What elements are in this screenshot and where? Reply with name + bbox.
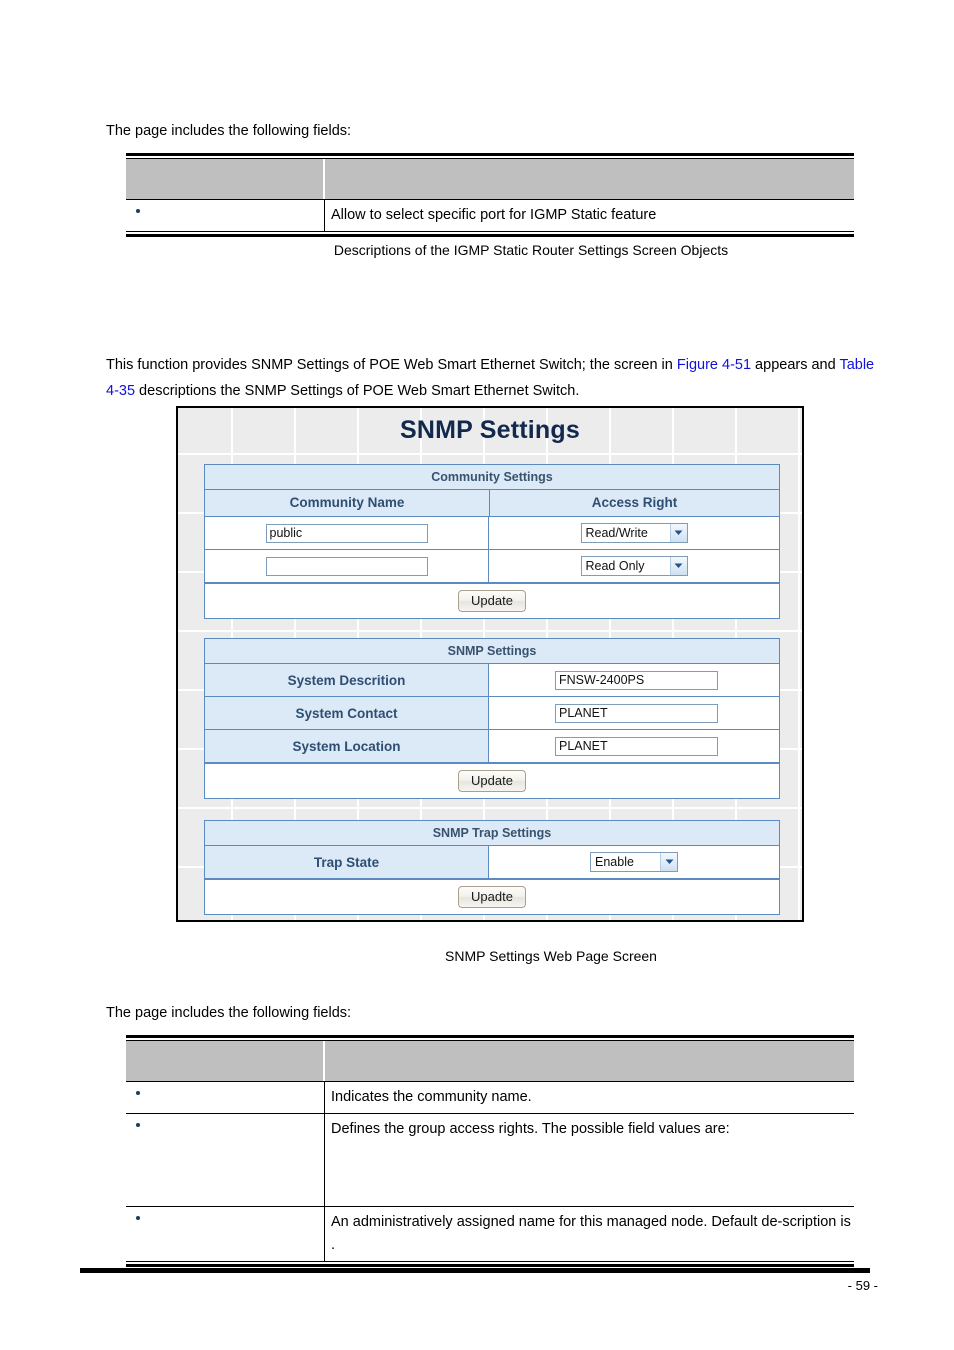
system-contact-value-cell: PLANET [489, 697, 779, 729]
trap-state-value-cell: Enable [489, 846, 779, 878]
table-cell-object [126, 1207, 325, 1261]
system-contact-label: System Contact [295, 705, 398, 721]
trap-update-row: Upadte [205, 879, 779, 914]
igmp-intro-paragraph: The page includes the following fields: [106, 123, 352, 139]
system-contact-label-cell: System Contact [205, 697, 489, 729]
table-cell-description: Indicates the community name. [331, 1089, 532, 1105]
community-name-cell-2 [205, 550, 489, 582]
snmp-settings-screenshot: SNMP Settings Community Settings Communi… [176, 406, 804, 922]
snmp-settings-panel: SNMP Settings System Descrition FNSW-240… [204, 638, 780, 799]
access-right-select-2-value: Read Only [585, 559, 645, 573]
snmp-paragraph-part3: descriptions the SNMP Settings of POE We… [135, 383, 580, 399]
table-row: Defines the group access rights. The pos… [126, 1113, 854, 1206]
system-description-input[interactable]: FNSW-2400PS [555, 670, 718, 690]
table-cell-description: Allow to select specific port for IGMP S… [331, 207, 657, 223]
table-cell-description: Defines the group access rights. The pos… [331, 1121, 730, 1137]
bullet-icon [136, 209, 140, 213]
access-right-select-1[interactable]: Read/Write [580, 523, 688, 543]
snmp-update-button[interactable]: Update [458, 770, 526, 792]
snmp-paragraph-part1: This function provides SNMP Settings of … [106, 357, 677, 373]
igmp-description-table: Allow to select specific port for IGMP S… [126, 153, 854, 237]
figure-link[interactable]: Figure 4-51 [677, 357, 751, 373]
snmp-settings-panel-title: SNMP Settings [205, 639, 779, 664]
table-header-row [126, 159, 854, 199]
table-cell-description: An administratively assigned name for th… [331, 1214, 851, 1253]
trap-state-row: Trap State Enable [205, 846, 779, 879]
access-right-cell-1: Read/Write [489, 517, 779, 549]
system-description-row: System Descrition FNSW-2400PS [205, 664, 779, 697]
screenshot-content: SNMP Settings Community Settings Communi… [178, 408, 802, 920]
snmp-intro-paragraph: This function provides SNMP Settings of … [106, 352, 886, 404]
table-bottom-rule [126, 234, 854, 237]
table-row: An administratively assigned name for th… [126, 1206, 854, 1261]
system-location-input[interactable]: PLANET [555, 736, 718, 756]
system-contact-input[interactable]: PLANET [555, 703, 718, 723]
table-cell-object [126, 200, 325, 231]
table-cell-object [126, 1082, 325, 1113]
access-right-cell-2: Read Only [489, 550, 779, 582]
system-contact-row: System Contact PLANET [205, 697, 779, 730]
community-name-cell-1: public [205, 517, 489, 549]
igmp-table-caption: Descriptions of the IGMP Static Router S… [333, 242, 729, 258]
trap-state-label-cell: Trap State [205, 846, 489, 878]
system-description-label: System Descrition [287, 672, 406, 688]
system-location-label: System Location [292, 738, 401, 754]
table-header-row [126, 1041, 854, 1081]
snmp-description-table: Indicates the community name. Defines th… [126, 1035, 854, 1267]
trap-state-select[interactable]: Enable [590, 852, 678, 872]
table-row: Indicates the community name. [126, 1081, 854, 1113]
community-name-input-1[interactable]: public [265, 523, 428, 543]
snmp-trap-settings-title: SNMP Trap Settings [205, 821, 779, 846]
community-settings-panel: Community Settings Community Name Access… [204, 464, 780, 619]
trap-update-button[interactable]: Upadte [458, 886, 526, 908]
system-location-value-cell: PLANET [489, 730, 779, 762]
community-name-input-2[interactable] [265, 556, 428, 576]
system-description-value-cell: FNSW-2400PS [489, 664, 779, 696]
table-header-object-col [126, 1041, 325, 1081]
table-cell-object [126, 1114, 325, 1206]
community-settings-column-headers: Community Name Access Right [205, 490, 779, 517]
community-update-row: Update [205, 583, 779, 618]
table-header-object-col [126, 159, 325, 199]
table-row: Allow to select specific port for IGMP S… [126, 199, 854, 231]
snmp-paragraph-part2: appears and [751, 357, 840, 373]
bullet-icon [136, 1216, 140, 1220]
system-location-label-cell: System Location [205, 730, 489, 762]
page-number: - 59 - [847, 1278, 878, 1293]
snmp-screenshot-caption: SNMP Settings Web Page Screen [445, 948, 657, 964]
snmp-trap-settings-panel: SNMP Trap Settings Trap State Enable Upa… [204, 820, 780, 915]
table-bottom-rule [126, 1264, 854, 1267]
community-update-button[interactable]: Update [458, 590, 526, 612]
system-location-row: System Location PLANET [205, 730, 779, 763]
column-header-access-right: Access Right [591, 495, 678, 510]
access-right-select-1-value: Read/Write [585, 526, 648, 540]
community-row-2: Read Only [205, 550, 779, 583]
bullet-icon [136, 1091, 140, 1095]
screenshot-page-title: SNMP Settings [400, 416, 580, 444]
community-settings-title: Community Settings [205, 465, 779, 490]
system-description-label-cell: System Descrition [205, 664, 489, 696]
chevron-down-icon [669, 557, 687, 575]
bullet-icon [136, 1123, 140, 1127]
table-header-description-col [328, 1041, 854, 1081]
snmp-fields-intro-paragraph: The page includes the following fields: [106, 1005, 352, 1021]
community-row-1: public Read/Write [205, 517, 779, 550]
access-right-select-2[interactable]: Read Only [580, 556, 688, 576]
chevron-down-icon [669, 524, 687, 542]
snmp-update-row: Update [205, 763, 779, 798]
table-header-description-col [328, 159, 854, 199]
chevron-down-icon [660, 853, 677, 871]
footer-rule [80, 1268, 870, 1273]
trap-state-label: Trap State [313, 854, 380, 870]
trap-state-select-value: Enable [595, 855, 634, 869]
column-header-community-name: Community Name [205, 490, 490, 516]
